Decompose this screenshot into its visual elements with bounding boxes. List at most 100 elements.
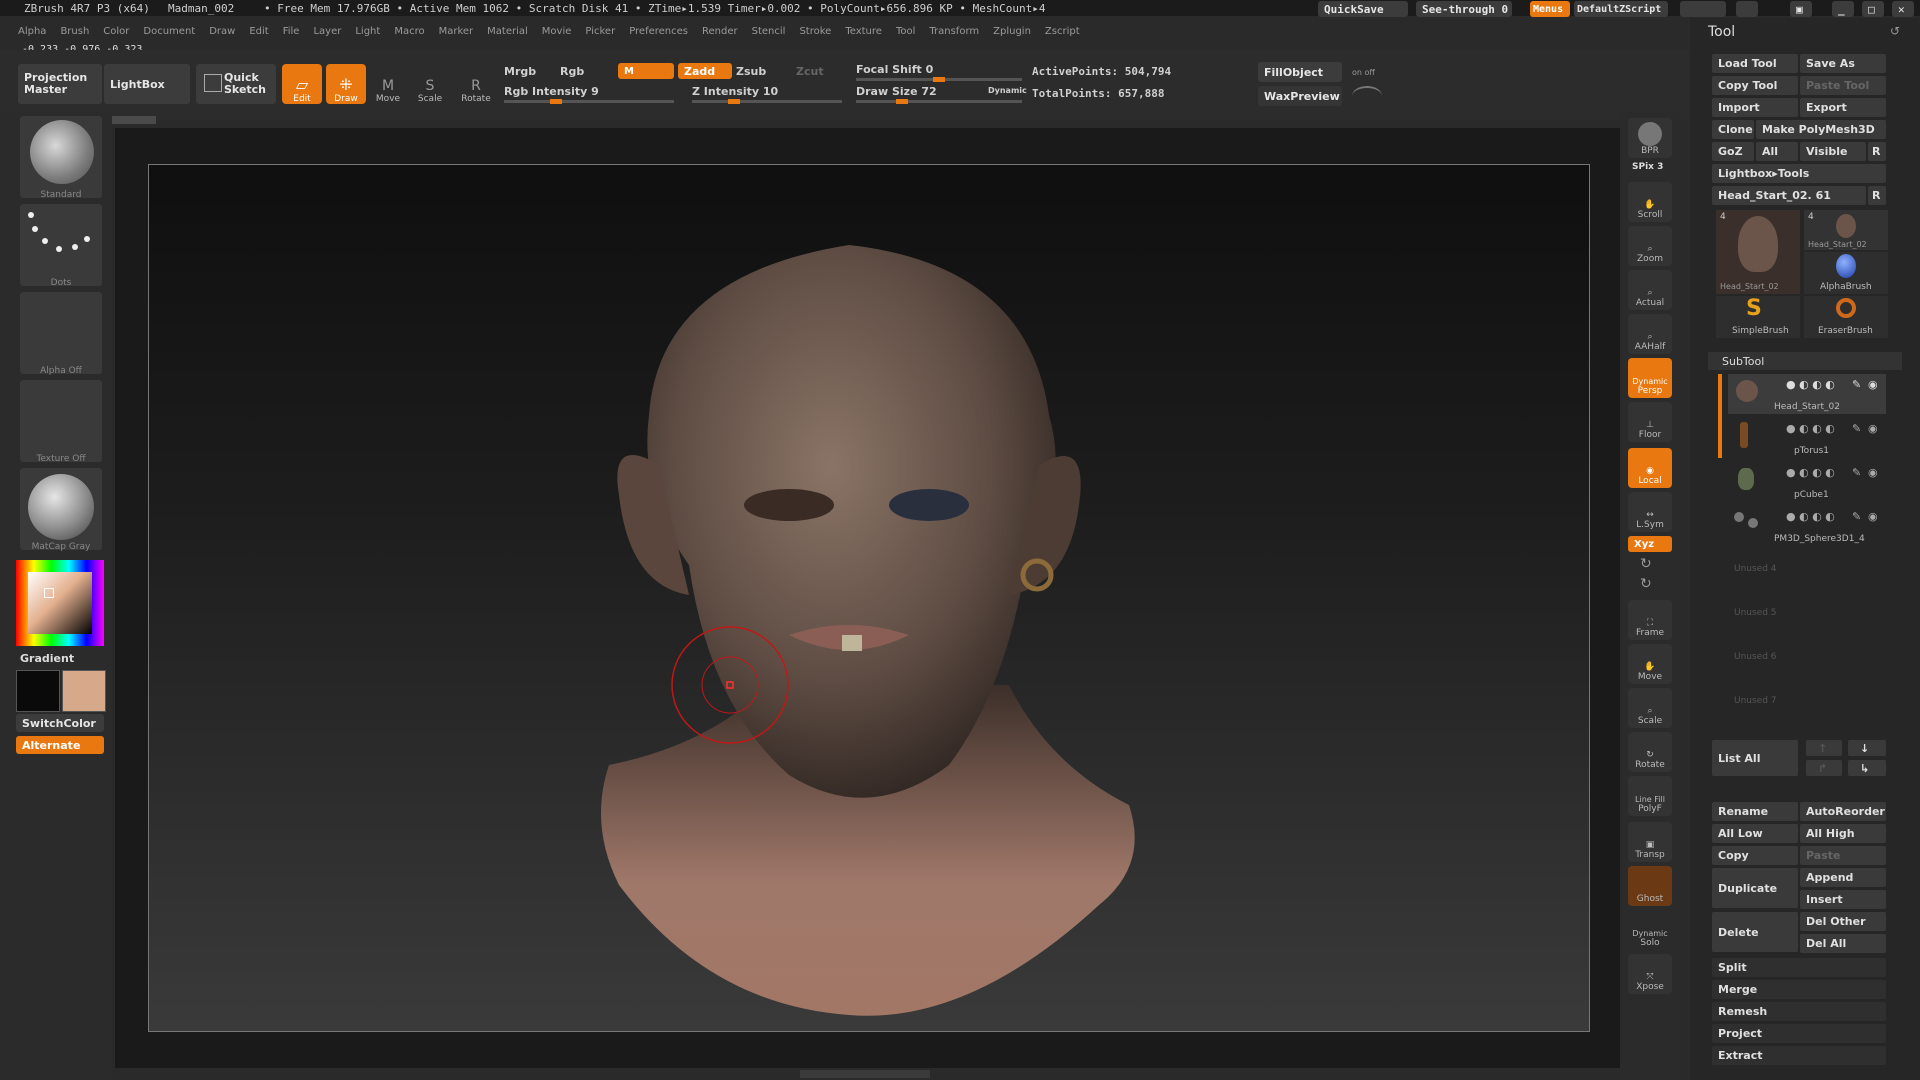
focal-shift-track[interactable] — [856, 77, 1022, 82]
project-section[interactable]: Project — [1712, 1024, 1886, 1043]
brush-icon[interactable]: ✎ — [1852, 422, 1861, 435]
current-tool-r-button[interactable]: R — [1868, 186, 1886, 205]
tool-palette-title[interactable]: Tool — [1708, 24, 1735, 40]
zoom-button[interactable]: ⌕ Zoom — [1628, 226, 1672, 266]
eye-icon[interactable]: ◉ — [1868, 378, 1878, 391]
scroll-button[interactable]: ✋ Scroll — [1628, 182, 1672, 222]
draw-size-slider[interactable]: Draw Size 72 — [856, 85, 937, 98]
stroke-selector[interactable] — [20, 204, 102, 286]
eye-icon[interactable]: ◉ — [1868, 422, 1878, 435]
z-intensity-slider[interactable]: Z Intensity 10 — [692, 85, 778, 98]
move-top-icon[interactable]: ↱ — [1806, 760, 1842, 776]
canvas-bottom-tray-handle[interactable] — [800, 1070, 930, 1078]
move-bottom-icon[interactable]: ↳ — [1848, 760, 1886, 776]
menu-item-document[interactable]: Document — [143, 26, 195, 37]
zcut-toggle[interactable]: Zcut — [796, 65, 824, 78]
menu-item-stencil[interactable]: Stencil — [752, 26, 786, 37]
transp-button[interactable]: ▣ Transp — [1628, 822, 1672, 862]
subtool-toggles-icon[interactable]: ● ◐ ◐ ◐ — [1786, 422, 1835, 435]
color-picker[interactable] — [16, 560, 104, 646]
sculpted-head-model[interactable] — [149, 165, 1589, 1031]
frame-button[interactable]: ⛶ Frame — [1628, 600, 1672, 640]
copy-button[interactable]: Copy — [1712, 846, 1798, 865]
menu-item-file[interactable]: File — [283, 26, 300, 37]
subtool-item-pcube[interactable]: pCube1 ● ◐ ◐ ◐ ✎ ◉ — [1728, 462, 1886, 502]
alternate-toggle[interactable]: Alternate — [16, 736, 104, 754]
subtool-toggles-icon[interactable]: ● ◐ ◐ ◐ — [1786, 466, 1835, 479]
color-picker-square[interactable] — [28, 572, 92, 634]
default-zscript-button[interactable]: DefaultZScript — [1574, 1, 1668, 17]
append-button[interactable]: Append — [1800, 868, 1886, 887]
list-all-button[interactable]: List All — [1712, 740, 1798, 776]
subtool-toggles-icon[interactable]: ● ◐ ◐ ◐ — [1786, 378, 1835, 391]
clone-button[interactable]: Clone — [1712, 120, 1754, 139]
quick-sketch-button[interactable]: Quick Sketch — [196, 64, 276, 104]
menu-item-marker[interactable]: Marker — [439, 26, 474, 37]
spix-slider[interactable]: SPix 3 — [1632, 162, 1663, 172]
lightbox-button[interactable]: LightBox — [104, 64, 190, 104]
all-low-button[interactable]: All Low — [1712, 824, 1798, 843]
rotate-mode-button[interactable]: R Rotate — [456, 64, 496, 104]
switch-color-button[interactable]: SwitchColor — [16, 714, 104, 732]
z-intensity-track[interactable] — [692, 99, 842, 104]
make-polymesh-button[interactable]: Make PolyMesh3D — [1756, 120, 1886, 139]
rgb-intensity-slider[interactable]: Rgb Intensity 9 — [504, 85, 599, 98]
actual-button[interactable]: ⌕ Actual — [1628, 270, 1672, 310]
maximize-icon[interactable]: □ — [1862, 1, 1884, 17]
subtool-header[interactable]: SubTool — [1708, 352, 1902, 370]
menus-toggle[interactable]: Menus — [1530, 1, 1570, 17]
lightbox-tools-button[interactable]: Lightbox▸Tools — [1712, 164, 1886, 183]
see-through-slider[interactable]: See-through 0 — [1416, 1, 1512, 17]
save-as-button[interactable]: Save As — [1800, 54, 1886, 73]
document-canvas[interactable] — [148, 164, 1590, 1032]
wax-preview-button[interactable]: WaxPreview — [1258, 86, 1342, 106]
eye-icon[interactable]: ◉ — [1868, 466, 1878, 479]
menu-item-color[interactable]: Color — [103, 26, 129, 37]
alpha-selector[interactable] — [20, 292, 102, 374]
material-selector[interactable] — [20, 468, 102, 550]
menu-item-zplugin[interactable]: Zplugin — [993, 26, 1031, 37]
insert-button[interactable]: Insert — [1800, 890, 1886, 909]
tool-thumb-alphabrush[interactable]: AlphaBrush — [1804, 252, 1888, 294]
duplicate-button[interactable]: Duplicate — [1712, 868, 1798, 908]
goz-visible-button[interactable]: Visible — [1800, 142, 1866, 161]
main-color-swatch[interactable] — [16, 670, 60, 712]
brush-icon[interactable]: ✎ — [1852, 466, 1861, 479]
tool-thumb-head-1[interactable]: 4 Head_Start_02 — [1716, 210, 1800, 294]
bpr-button[interactable]: BPR — [1628, 118, 1672, 158]
rotate-y-icon[interactable]: ↻ — [1640, 556, 1652, 572]
scale-view-button[interactable]: ⌕ Scale — [1628, 688, 1672, 728]
goz-button[interactable]: GoZ — [1712, 142, 1754, 161]
rgb-toggle[interactable]: Rgb — [560, 65, 584, 78]
draw-mode-button[interactable]: ⁜ Draw — [326, 64, 366, 104]
xpose-button[interactable]: ⤧ Xpose — [1628, 954, 1672, 994]
merge-section[interactable]: Merge — [1712, 980, 1886, 999]
brush-icon[interactable]: ✎ — [1852, 378, 1861, 391]
secondary-color-swatch[interactable] — [62, 670, 106, 712]
menu-item-texture[interactable]: Texture — [845, 26, 882, 37]
draw-size-track[interactable] — [856, 99, 1022, 104]
copy-tool-button[interactable]: Copy Tool — [1712, 76, 1798, 95]
move-down-icon[interactable]: ↓ — [1848, 740, 1886, 756]
scale-mode-button[interactable]: S Scale — [410, 64, 450, 104]
paste-button[interactable]: Paste — [1800, 846, 1886, 865]
goz-all-button[interactable]: All — [1756, 142, 1798, 161]
export-button[interactable]: Export — [1800, 98, 1886, 117]
paste-tool-button[interactable]: Paste Tool — [1800, 76, 1886, 95]
menu-item-transform[interactable]: Transform — [929, 26, 979, 37]
menu-item-preferences[interactable]: Preferences — [629, 26, 688, 37]
layout-icon[interactable] — [1680, 1, 1726, 17]
zsub-toggle[interactable]: Zsub — [736, 65, 766, 78]
lsym-button[interactable]: ↔ L.Sym — [1628, 492, 1672, 532]
auto-reorder-button[interactable]: AutoReorder — [1800, 802, 1886, 821]
menu-item-light[interactable]: Light — [355, 26, 380, 37]
on-off-switch[interactable]: on off — [1352, 68, 1375, 77]
texture-selector[interactable] — [20, 380, 102, 462]
current-tool-slider[interactable]: Head_Start_02. 61 — [1712, 186, 1866, 205]
gradient-toggle[interactable]: Gradient — [20, 652, 74, 665]
menu-item-picker[interactable]: Picker — [585, 26, 615, 37]
menu-item-layer[interactable]: Layer — [313, 26, 341, 37]
tool-thumb-simplebrush[interactable]: S SimpleBrush — [1716, 296, 1800, 338]
split-section[interactable]: Split — [1712, 958, 1886, 977]
palette-pin-icon[interactable]: ↺ — [1890, 24, 1900, 38]
